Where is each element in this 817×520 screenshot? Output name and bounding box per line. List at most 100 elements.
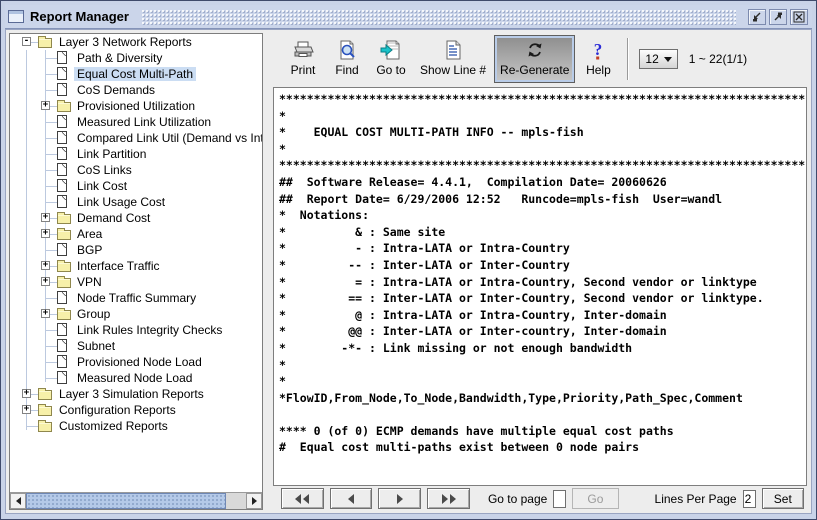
expand-toggle-icon[interactable]: + — [22, 389, 31, 398]
tree-item[interactable]: Subnet — [10, 338, 262, 354]
set-button[interactable]: Set — [762, 488, 804, 509]
tree-item-label: Measured Link Utilization — [74, 115, 214, 129]
regenerate-button[interactable]: Re-Generate — [494, 35, 575, 83]
tree-item[interactable]: Link Cost — [10, 178, 262, 194]
tree-connector-stub — [46, 362, 57, 363]
expand-toggle-icon[interactable]: + — [41, 277, 50, 286]
tree-item-label: Provisioned Utilization — [74, 99, 198, 113]
tree-item[interactable]: Link Usage Cost — [10, 194, 262, 210]
tree-item-label: CoS Links — [74, 163, 135, 177]
show-line-number-button[interactable]: Show Line # — [414, 35, 492, 83]
find-icon — [337, 40, 357, 60]
tree-item-label: CoS Demands — [74, 83, 158, 97]
document-icon — [57, 323, 67, 336]
tree-item-label: Customized Reports — [56, 419, 171, 433]
find-button[interactable]: Find — [326, 35, 368, 83]
tree-item[interactable]: CoS Links — [10, 162, 262, 178]
tree-item[interactable]: Node Traffic Summary — [10, 290, 262, 306]
tree-connector-stub — [27, 426, 38, 427]
goto-page-label: Go to page — [488, 492, 547, 506]
last-page-button[interactable] — [427, 488, 470, 509]
line-range-label: 1 ~ 22(1/1) — [689, 52, 747, 66]
expand-toggle-icon[interactable]: + — [41, 309, 50, 318]
tree-item-label: Demand Cost — [74, 211, 153, 225]
tree-item[interactable]: CoS Demands — [10, 82, 262, 98]
lines-per-page-label: Lines Per Page — [655, 492, 737, 506]
tree-item[interactable]: + Demand Cost — [10, 210, 262, 226]
report-text-area: ****************************************… — [273, 87, 807, 486]
expand-toggle-icon[interactable]: + — [41, 229, 50, 238]
tree-connector-stub — [46, 58, 57, 59]
tree-item[interactable]: + Provisioned Utilization — [10, 98, 262, 114]
tree-item[interactable]: Compared Link Util (Demand vs Inte — [10, 130, 262, 146]
tree-item-label: Configuration Reports — [56, 403, 179, 417]
goto-page-input[interactable] — [553, 490, 566, 508]
find-label: Find — [335, 63, 358, 77]
tree-item[interactable]: Provisioned Node Load — [10, 354, 262, 370]
tree-item[interactable]: +Layer 3 Simulation Reports — [10, 386, 262, 402]
collapse-toggle-icon[interactable]: - — [22, 37, 31, 46]
tree-item[interactable]: +Area — [10, 226, 262, 242]
lines-per-page-input[interactable] — [743, 490, 756, 508]
tree-item-label: Layer 3 Network Reports — [56, 35, 195, 49]
tree-item-label: Node Traffic Summary — [74, 291, 199, 305]
tree-connector-stub — [46, 138, 57, 139]
tree-item[interactable]: Link Rules Integrity Checks — [10, 322, 262, 338]
svg-text:?: ? — [594, 40, 603, 59]
goto-label: Go to — [376, 63, 405, 77]
tree-item[interactable]: - Layer 3 Network Reports — [10, 34, 262, 50]
document-icon — [57, 179, 67, 192]
tree-item[interactable]: Measured Node Load — [10, 370, 262, 386]
tree-item-label: Link Partition — [74, 147, 149, 161]
tree-item[interactable]: Customized Reports — [10, 418, 262, 434]
page-size-value: 12 — [645, 52, 658, 66]
tree-item[interactable]: Measured Link Utilization — [10, 114, 262, 130]
previous-page-button[interactable] — [330, 488, 373, 509]
show-line-icon — [443, 40, 463, 60]
printer-icon — [292, 40, 314, 60]
help-button[interactable]: ? Help — [577, 35, 619, 83]
tree-item[interactable]: Link Partition — [10, 146, 262, 162]
report-tree-panel: - Layer 3 Network ReportsPath & Diversity… — [9, 33, 263, 510]
tree-item[interactable]: BGP — [10, 242, 262, 258]
tree-item[interactable]: + Configuration Reports — [10, 402, 262, 418]
goto-icon — [380, 40, 402, 60]
tree-item[interactable]: +Group — [10, 306, 262, 322]
scroll-right-button[interactable] — [246, 493, 262, 509]
maximize-button[interactable] — [769, 9, 787, 25]
folder-icon — [38, 390, 52, 400]
toolbar: Print Find — [272, 33, 808, 87]
scroll-left-button[interactable] — [10, 493, 26, 509]
print-button[interactable]: Print — [282, 35, 324, 83]
left-arrow-icon — [348, 494, 354, 504]
double-left-arrow-icon — [295, 494, 301, 504]
regenerate-label: Re-Generate — [500, 63, 569, 77]
tree-item[interactable]: + VPN — [10, 274, 262, 290]
document-icon — [57, 67, 67, 80]
tree-item[interactable]: Path & Diversity — [10, 50, 262, 66]
tree-item[interactable]: +Interface Traffic — [10, 258, 262, 274]
document-icon — [57, 131, 67, 144]
tree-connector-stub — [46, 298, 57, 299]
document-icon — [57, 243, 67, 256]
first-page-button[interactable] — [281, 488, 324, 509]
minimize-button[interactable] — [748, 9, 766, 25]
report-text: ****************************************… — [274, 88, 806, 459]
scrollbar-thumb[interactable] — [26, 493, 226, 509]
close-button[interactable] — [790, 9, 808, 25]
next-page-button[interactable] — [378, 488, 421, 509]
page-size-dropdown[interactable]: 12 — [639, 49, 677, 69]
expand-toggle-icon[interactable]: + — [22, 405, 31, 414]
tree-item[interactable]: Equal Cost Multi-Path — [10, 66, 262, 82]
minimize-icon — [751, 11, 763, 23]
goto-button[interactable]: Go to — [370, 35, 412, 83]
scrollbar-track[interactable] — [226, 493, 246, 509]
go-button[interactable]: Go — [572, 488, 618, 509]
maximize-icon — [772, 11, 784, 23]
document-icon — [57, 339, 67, 352]
expand-toggle-icon[interactable]: + — [41, 101, 50, 110]
expand-toggle-icon[interactable]: + — [41, 261, 50, 270]
window-title: Report Manager — [30, 9, 129, 24]
tree-item-label: VPN — [74, 275, 105, 289]
expand-toggle-icon[interactable]: + — [41, 213, 50, 222]
